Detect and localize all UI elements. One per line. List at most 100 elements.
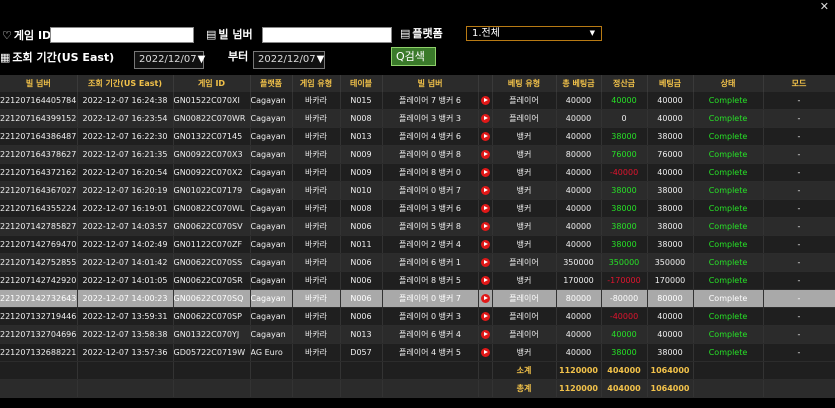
summary-payout: 404000 <box>601 379 648 398</box>
column-header[interactable]: 테이블 <box>340 75 383 92</box>
column-header[interactable] <box>478 75 493 92</box>
status-cell: Complete <box>693 343 764 362</box>
play-icon[interactable] <box>480 258 490 267</box>
status-cell: Complete <box>693 127 764 146</box>
table-row[interactable]: 221207164378627 2022-12-07 16:21:35 GN0092… <box>0 145 835 164</box>
play-icon[interactable] <box>480 348 490 357</box>
summary-empty-cell <box>292 361 341 380</box>
payout-cell: 76000 <box>601 145 648 164</box>
bet-type-cell: 플레이어 <box>492 307 557 326</box>
status-cell: Complete <box>693 325 764 344</box>
table-row[interactable]: 221207142785827 2022-12-07 14:03:57 GN0062… <box>0 217 835 236</box>
play-cell <box>478 92 493 110</box>
table-cell: N009 <box>340 145 383 164</box>
status-cell: Complete <box>693 92 764 110</box>
platform-cell: Cagayan <box>250 199 293 218</box>
summary-empty-cell <box>173 361 251 380</box>
table-row[interactable]: 221207142752855 2022-12-07 14:01:42 GN0062… <box>0 253 835 272</box>
play-icon[interactable] <box>480 222 490 231</box>
play-icon[interactable] <box>480 330 490 339</box>
play-cell <box>478 325 493 344</box>
status-cell: Complete <box>693 253 764 272</box>
column-header[interactable]: 베팅금 <box>647 75 694 92</box>
platform-cell: Cagayan <box>250 307 293 326</box>
play-icon[interactable] <box>480 114 490 123</box>
table-cell: N009 <box>340 163 383 182</box>
bill-number-cell: 221207164378627 <box>0 145 78 164</box>
bet-cell: 350000 <box>647 253 694 272</box>
play-cell <box>478 199 493 218</box>
game-id-cell: GN00622C070SS <box>173 253 251 272</box>
table-cell: N006 <box>340 271 383 290</box>
game-type-cell: 바카라 <box>292 127 341 146</box>
game-id-cell: GN00922C070X2 <box>173 163 251 182</box>
table-row[interactable]: 221207164367027 2022-12-07 16:20:19 GN0102… <box>0 181 835 200</box>
column-header[interactable]: 상태 <box>693 75 764 92</box>
game-id-cell: GN00622C070SQ <box>173 289 251 308</box>
column-header[interactable]: 게임 ID <box>173 75 251 92</box>
table-row[interactable]: 221207142769470 2022-12-07 14:02:49 GN0112… <box>0 235 835 254</box>
play-icon[interactable] <box>480 168 490 177</box>
game-id-input[interactable] <box>50 27 194 43</box>
bill-number-input[interactable] <box>262 27 392 43</box>
to-date-select[interactable]: 2022/12/07▼ <box>253 51 325 69</box>
table-row[interactable]: 221207164405784 2022-12-07 16:24:38 GN0152… <box>0 92 835 110</box>
column-header[interactable]: 플랫폼 <box>250 75 293 92</box>
table-row[interactable]: 221207142742920 2022-12-07 14:01:05 GN0062… <box>0 271 835 290</box>
mode-cell: - <box>763 289 835 308</box>
game-id-cell: GN00622C070SR <box>173 271 251 290</box>
platform-cell: Cagayan <box>250 181 293 200</box>
bet-type-cell: 뱅커 <box>492 199 557 218</box>
platform-select[interactable]: 1.전체 ▼ <box>466 26 602 41</box>
table-row[interactable]: 221207132704696 2022-12-07 13:58:38 GN0132… <box>0 325 835 344</box>
time-cell: 2022-12-07 14:02:49 <box>77 235 174 254</box>
table-row[interactable]: 221207164399152 2022-12-07 16:23:54 GN0082… <box>0 109 835 128</box>
search-icon: Q <box>396 50 405 63</box>
column-header[interactable]: 모드 <box>763 75 835 92</box>
table-row[interactable]: 221207164386487 2022-12-07 16:22:30 GN0132… <box>0 127 835 146</box>
table-row[interactable]: 221207164372162 2022-12-07 16:20:54 GN0092… <box>0 163 835 182</box>
bill-detail-cell: 플레이어 3 뱅커 3 <box>382 109 479 128</box>
play-icon[interactable] <box>480 150 490 159</box>
column-header[interactable]: 빌 넘버 <box>0 75 78 92</box>
total-bet-cell: 40000 <box>556 217 602 236</box>
search-button[interactable]: Q검색 <box>391 47 436 66</box>
bet-type-cell: 뱅커 <box>492 235 557 254</box>
table-row[interactable]: 221207142732643 2022-12-07 14:00:23 GN0062… <box>0 289 835 308</box>
bill-number-cell: 221207164386487 <box>0 127 78 146</box>
mode-cell: - <box>763 163 835 182</box>
summary-empty-cell <box>478 361 493 380</box>
play-icon[interactable] <box>480 204 490 213</box>
column-header[interactable]: 게임 유형 <box>292 75 341 92</box>
column-header[interactable]: 총 베팅금 <box>556 75 602 92</box>
bet-cell: 40000 <box>647 307 694 326</box>
play-icon[interactable] <box>480 186 490 195</box>
table-cell: D057 <box>340 343 383 362</box>
mode-cell: - <box>763 199 835 218</box>
play-icon[interactable] <box>480 132 490 141</box>
bet-cell: 38000 <box>647 127 694 146</box>
bill-detail-cell: 플레이어 4 뱅커 5 <box>382 343 479 362</box>
play-icon[interactable] <box>480 294 490 303</box>
table-row[interactable]: 221207164355224 2022-12-07 16:19:01 GN0082… <box>0 199 835 218</box>
mode-cell: - <box>763 217 835 236</box>
column-header[interactable]: 조회 기간(US East) <box>77 75 174 92</box>
table-row[interactable]: 221207132688221 2022-12-07 13:57:36 GD0572… <box>0 343 835 362</box>
play-icon[interactable] <box>480 240 490 249</box>
play-icon[interactable] <box>480 96 490 105</box>
table-row[interactable]: 221207132719446 2022-12-07 13:59:31 GN0062… <box>0 307 835 326</box>
bill-detail-cell: 플레이어 0 뱅커 7 <box>382 181 479 200</box>
play-icon[interactable] <box>480 276 490 285</box>
column-header[interactable]: 빌 넘버 <box>382 75 479 92</box>
from-date-select[interactable]: 2022/12/07▼ <box>134 51 206 69</box>
summary-label: 총계 <box>492 379 557 398</box>
chevron-down-icon: ▼ <box>197 54 206 65</box>
bet-cell: 170000 <box>647 271 694 290</box>
play-icon[interactable] <box>480 312 490 321</box>
total-row: 총계 1120000 404000 1064000 <box>0 379 835 398</box>
column-header[interactable]: 베팅 유형 <box>492 75 557 92</box>
mode-cell: - <box>763 109 835 128</box>
column-header[interactable]: 정산금 <box>601 75 648 92</box>
bet-history-table: 빌 넘버 조회 기간(US East) 게임 ID 플랫폼 게임 유형 테이블 빌 넘버 베팅… <box>0 75 835 398</box>
payout-cell: -40000 <box>601 307 648 326</box>
